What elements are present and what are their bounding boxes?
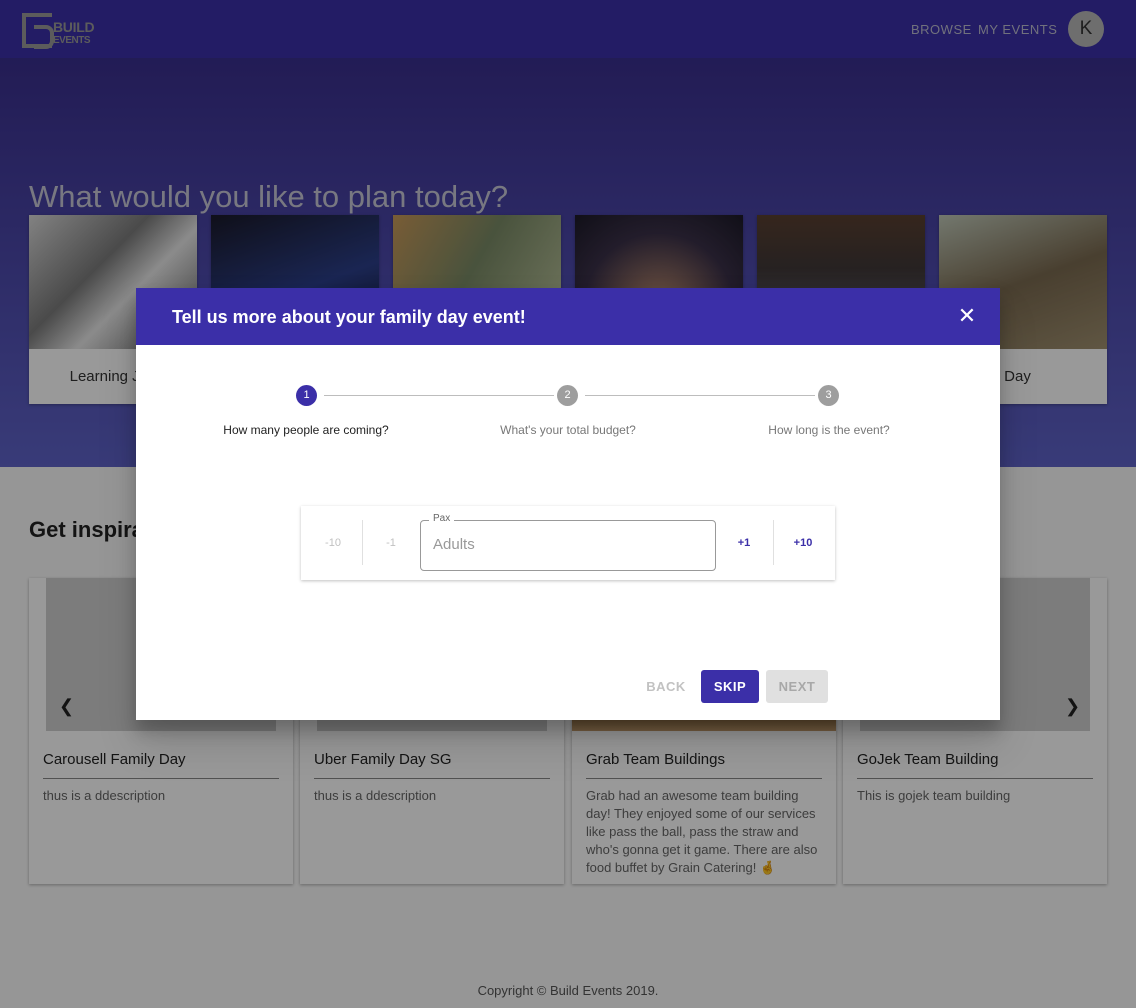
- stepper-connector: [585, 395, 815, 396]
- pax-counter: -10 -1 Pax +1 +10: [301, 506, 835, 580]
- dialog-title: Tell us more about your family day event…: [172, 307, 526, 327]
- minus-10-button[interactable]: -10: [304, 506, 362, 580]
- step-1-label: How many people are coming?: [223, 423, 389, 437]
- event-details-dialog: Tell us more about your family day event…: [136, 288, 1000, 720]
- adults-field: Pax: [420, 513, 716, 571]
- minus-1-button[interactable]: -1: [362, 506, 420, 580]
- plus-10-button[interactable]: +10: [774, 506, 832, 580]
- next-button[interactable]: NEXT: [766, 670, 828, 703]
- step-2-label: What's your total budget?: [500, 423, 636, 437]
- step-3-indicator[interactable]: 3: [818, 385, 839, 406]
- dialog-header: Tell us more about your family day event…: [136, 288, 1000, 345]
- plus-1-button[interactable]: +1: [715, 506, 773, 580]
- adults-input[interactable]: [433, 536, 703, 553]
- close-icon[interactable]: ✕: [955, 305, 979, 329]
- back-button[interactable]: BACK: [639, 670, 693, 703]
- pax-field-label: Pax: [429, 513, 455, 524]
- step-2-indicator[interactable]: 2: [557, 385, 578, 406]
- step-1-indicator[interactable]: 1: [296, 385, 317, 406]
- stepper-connector: [324, 395, 554, 396]
- skip-button[interactable]: SKIP: [701, 670, 759, 703]
- step-3-label: How long is the event?: [768, 423, 890, 437]
